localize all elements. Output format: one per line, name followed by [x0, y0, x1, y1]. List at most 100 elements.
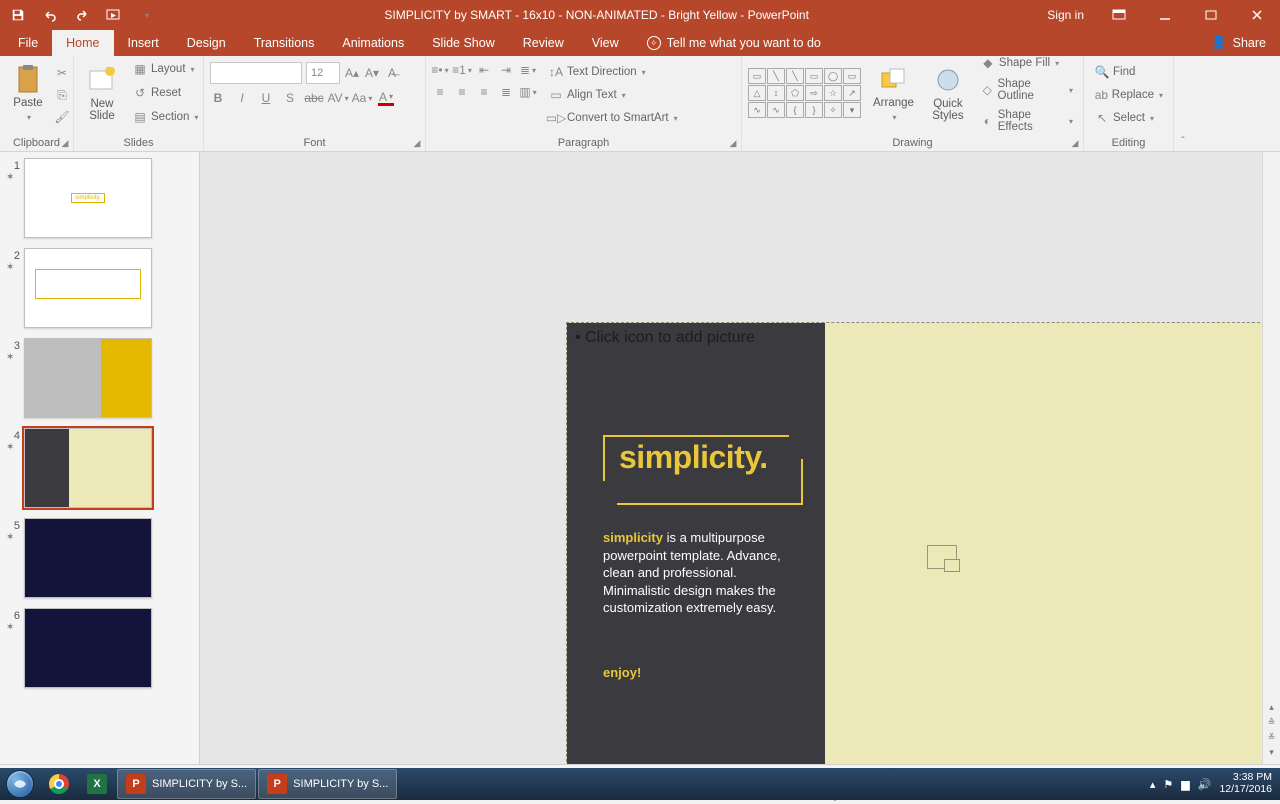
font-family-input[interactable] [210, 62, 302, 84]
thumbnail-6[interactable]: 6✶ [6, 608, 197, 688]
current-slide[interactable]: • Click icon to add picture simplicity. … [566, 322, 1262, 764]
paragraph-launcher-icon[interactable]: ◢ [727, 137, 739, 149]
line-spacing-icon[interactable]: ≣ [520, 62, 536, 78]
shape-outline-button[interactable]: ◇Shape Outline [976, 76, 1077, 104]
start-button[interactable] [0, 768, 40, 800]
bullets-icon[interactable]: ≡• [432, 62, 448, 78]
smartart-button[interactable]: ▭▷Convert to SmartArt [544, 108, 682, 128]
increase-indent-icon[interactable]: ⇥ [498, 62, 514, 78]
font-size-input[interactable] [306, 62, 340, 84]
thumbnail-1[interactable]: 1✶ simplicity. [6, 158, 197, 238]
shape-fill-button[interactable]: ◆Shape Fill [976, 53, 1077, 73]
picture-placeholder-text[interactable]: • Click icon to add picture [575, 329, 755, 347]
undo-icon[interactable] [38, 3, 62, 27]
next-slide-double-icon[interactable]: ≚ [1268, 732, 1276, 743]
replace-button[interactable]: abReplace [1090, 85, 1167, 105]
group-font: A▴ A▾ A̶ B I U S abc AV Aa A Font ◢ [204, 56, 426, 151]
strike-icon[interactable]: abc [306, 90, 322, 106]
group-paragraph: ≡• ≡1 ⇤ ⇥ ≣ ≡ ≡ ≡ ≣ ▥ ↕AText Direction ▭… [426, 56, 742, 151]
tell-me-search[interactable]: ✧ Tell me what you want to do [633, 30, 835, 56]
thumbnail-4[interactable]: 4✶ [6, 428, 197, 508]
taskbar-excel[interactable]: X [79, 769, 115, 799]
taskbar-chrome[interactable] [41, 769, 77, 799]
prev-slide-double-icon[interactable]: ≙ [1268, 717, 1276, 728]
next-slide-icon[interactable]: ▾ [1269, 747, 1274, 758]
new-slide-button[interactable]: New Slide [80, 62, 124, 124]
start-from-beginning-icon[interactable] [102, 3, 126, 27]
select-button[interactable]: ↖Select [1090, 108, 1167, 128]
tray-showhidden-icon[interactable]: ▴ [1150, 778, 1156, 791]
thumbnail-3[interactable]: 3✶ [6, 338, 197, 418]
ribbon-display-options-icon[interactable] [1096, 0, 1142, 30]
reset-button[interactable]: ↺Reset [128, 83, 202, 103]
decrease-indent-icon[interactable]: ⇤ [476, 62, 492, 78]
tab-transitions[interactable]: Transitions [240, 30, 329, 56]
maximize-icon[interactable] [1188, 0, 1234, 30]
qat-customize-icon[interactable] [134, 3, 158, 27]
quick-styles-button[interactable]: Quick Styles [926, 62, 970, 124]
tab-home[interactable]: Home [52, 30, 113, 56]
increase-font-icon[interactable]: A▴ [344, 65, 360, 81]
thumbnail-2[interactable]: 2✶ [6, 248, 197, 328]
tray-action-center-icon[interactable]: ⚑ [1163, 778, 1173, 791]
slide-editor[interactable]: • Click icon to add picture simplicity. … [200, 152, 1262, 764]
minimize-icon[interactable] [1142, 0, 1188, 30]
layout-button[interactable]: ▦Layout [128, 59, 202, 79]
redo-icon[interactable] [70, 3, 94, 27]
tab-insert[interactable]: Insert [114, 30, 173, 56]
align-right-icon[interactable]: ≡ [476, 84, 492, 100]
paste-button[interactable]: Paste [6, 61, 50, 125]
tab-slideshow[interactable]: Slide Show [418, 30, 509, 56]
prev-slide-icon[interactable]: ▴ [1269, 702, 1274, 713]
font-color-icon[interactable]: A [378, 90, 394, 106]
justify-icon[interactable]: ≣ [498, 84, 514, 100]
columns-icon[interactable]: ▥ [520, 84, 536, 100]
shadow-icon[interactable]: S [282, 90, 298, 106]
copy-icon[interactable]: ⎘ [54, 87, 70, 103]
cut-icon[interactable]: ✂ [54, 65, 70, 81]
vertical-scrollbar[interactable]: ▴ ≙ ≚ ▾ [1262, 152, 1280, 764]
find-button[interactable]: 🔍Find [1090, 62, 1167, 82]
slide-thumbnails-panel[interactable]: 1✶ simplicity. 2✶ 3✶ 4✶ 5✶ 6✶ [0, 152, 200, 764]
numbering-icon[interactable]: ≡1 [454, 62, 470, 78]
close-icon[interactable] [1234, 0, 1280, 30]
tab-view[interactable]: View [578, 30, 633, 56]
drawing-launcher-icon[interactable]: ◢ [1069, 137, 1081, 149]
bold-icon[interactable]: B [210, 90, 226, 106]
align-center-icon[interactable]: ≡ [454, 84, 470, 100]
section-button[interactable]: ▤Section [128, 107, 202, 127]
char-spacing-icon[interactable]: AV [330, 90, 346, 106]
sign-in-link[interactable]: Sign in [1035, 8, 1096, 22]
tab-design[interactable]: Design [173, 30, 240, 56]
share-button[interactable]: 👤 Share [1197, 35, 1280, 56]
taskbar-clock[interactable]: 3:38 PM 12/17/2016 [1219, 772, 1272, 795]
tab-review[interactable]: Review [509, 30, 578, 56]
save-icon[interactable] [6, 3, 30, 27]
underline-icon[interactable]: U [258, 90, 274, 106]
new-slide-icon [86, 64, 118, 96]
thumbnail-5[interactable]: 5✶ [6, 518, 197, 598]
tab-file[interactable]: File [4, 30, 52, 56]
shapes-gallery[interactable]: ▭╲╲▭◯▭ △↕⬠⇨☆↗ ∿∿{}✧▾ [748, 68, 861, 118]
picture-placeholder-icon[interactable] [927, 545, 957, 569]
font-launcher-icon[interactable]: ◢ [411, 137, 423, 149]
change-case-icon[interactable]: Aa [354, 90, 370, 106]
format-painter-icon[interactable]: 🖌 [54, 109, 70, 125]
clipboard-launcher-icon[interactable]: ◢ [59, 137, 71, 149]
arrange-button[interactable]: Arrange [867, 61, 920, 125]
align-left-icon[interactable]: ≡ [432, 84, 448, 100]
slide-body-text[interactable]: simplicity is a multipurpose powerpoint … [603, 529, 803, 617]
tray-network-icon[interactable]: ▆ [1181, 778, 1189, 791]
ribbon-tabs: File Home Insert Design Transitions Anim… [0, 30, 1280, 56]
decrease-font-icon[interactable]: A▾ [364, 65, 380, 81]
italic-icon[interactable]: I [234, 90, 250, 106]
taskbar-powerpoint-2[interactable]: PSIMPLICITY by S... [258, 769, 397, 799]
tab-animations[interactable]: Animations [328, 30, 418, 56]
align-text-button[interactable]: ▭Align Text [544, 85, 682, 105]
taskbar-powerpoint-1[interactable]: PSIMPLICITY by S... [117, 769, 256, 799]
tray-volume-icon[interactable]: 🔊 [1198, 778, 1212, 791]
clear-formatting-icon[interactable]: A̶ [384, 65, 400, 81]
collapse-ribbon-icon[interactable]: ˆ [1174, 56, 1192, 151]
text-direction-button[interactable]: ↕AText Direction [544, 62, 682, 82]
shape-effects-button[interactable]: ◐Shape Effects [976, 107, 1077, 135]
